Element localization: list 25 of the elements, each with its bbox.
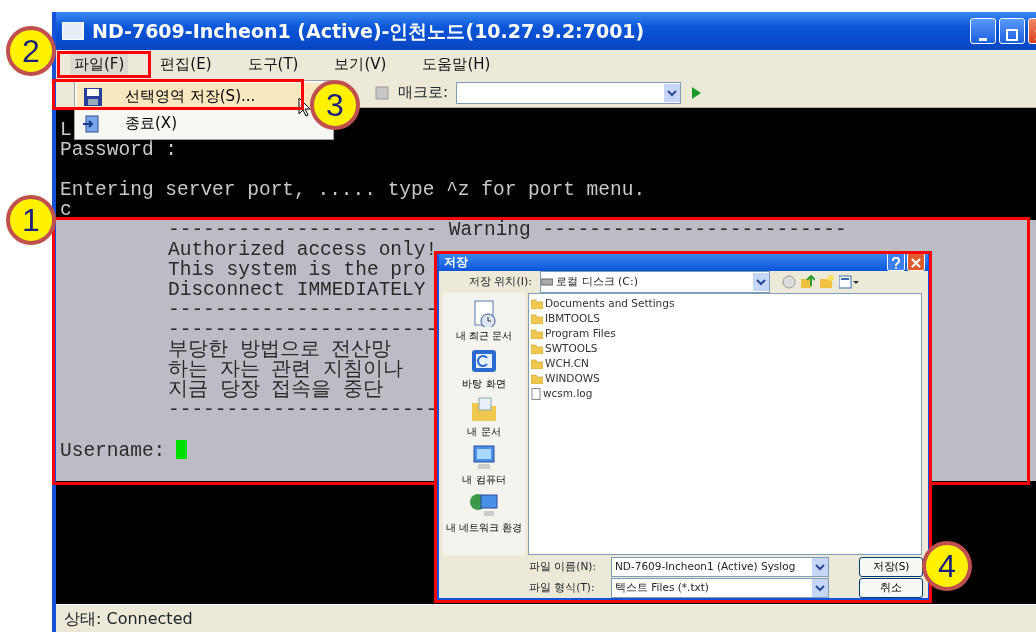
terminal-line: Authorized access only! [168,239,438,261]
terminal-line: This system is the pro [168,259,426,281]
filename-label: 파일 이름(N): [528,559,597,575]
macro-label: 매크로: [398,82,449,104]
terminal-line: ----------------------- [168,399,438,421]
terminal-line: ----------------------- Warning -------------------------- [168,219,847,241]
terminal-line: c [60,199,72,221]
terminal-line: Entering server port, ..... type ^z for port menu. [60,179,646,201]
terminal-line: ----------------------- [168,319,438,341]
terminal-line: L [60,119,72,141]
location-value: 로컬 디스크 (C:) [556,273,638,290]
prompt-text: Username: [60,440,166,462]
dialog-title: 저장 [444,254,468,271]
status-text: 상태: Connected [64,607,193,630]
terminal-line: ----------------------- [168,299,438,321]
location-label: 저장 위치(I): [469,273,533,290]
terminal-line: 지금 당장 접속을 중단 [168,379,384,401]
step-number: 2 [6,26,56,76]
filetype-label: 파일 형식(T): [528,580,596,596]
terminal-line: 부당한 방법으로 전산망 [168,339,392,361]
window-title: ND-7609-Incheon1 (Active)-인천노드(10.27.9.2:7001) [92,18,645,44]
step-number: 1 [6,195,56,245]
terminal-line: 하는 자는 관련 지침이나 [168,359,404,381]
terminal-line: Password : [60,139,178,161]
terminal-line: Disconnect IMMEDIATELY [168,279,426,301]
